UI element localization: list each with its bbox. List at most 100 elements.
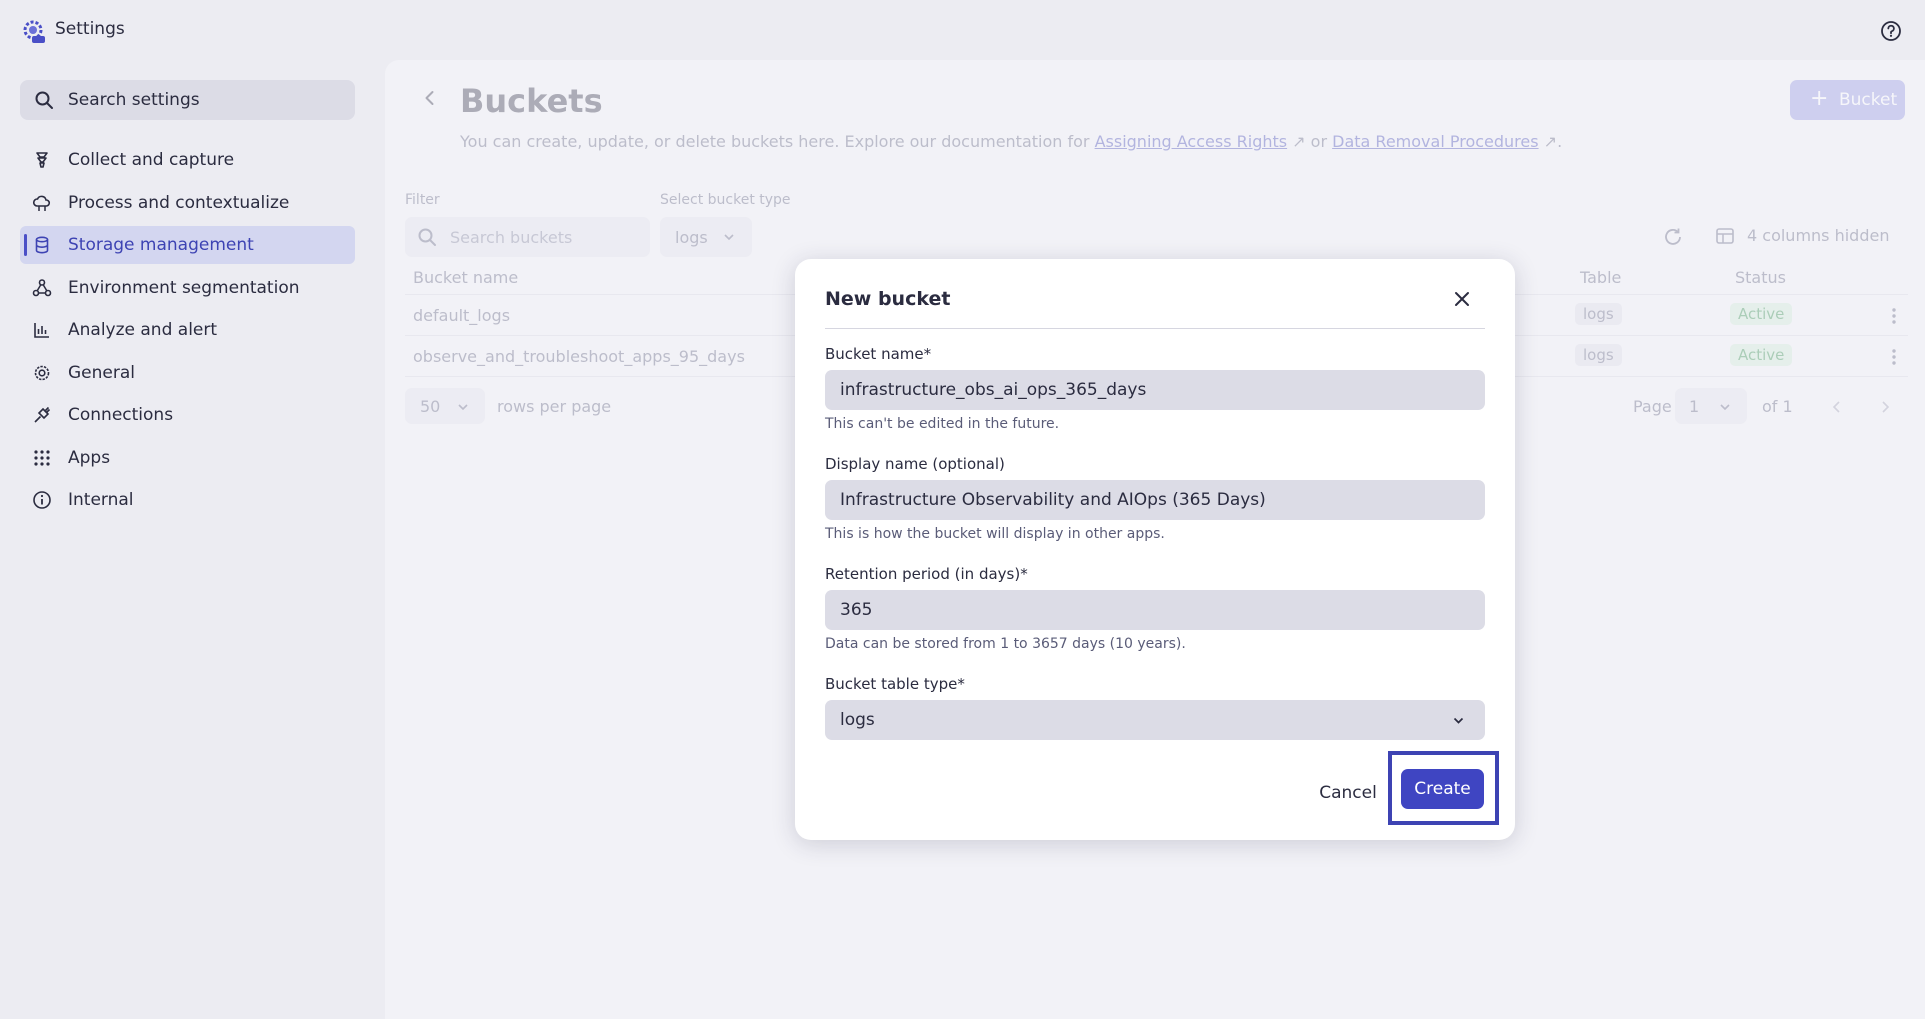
display-name-hint: This is how the bucket will display in o… [825,526,1165,542]
page-select[interactable]: 1 [1675,388,1747,424]
data-removal-procedures-link[interactable]: Data Removal Procedures [1332,132,1538,151]
page-title: Buckets [460,82,603,120]
sidebar-item-process-and-contextualize[interactable]: Process and contextualize [20,184,355,222]
settings-nav: Collect and capture Process and contextu… [20,141,355,524]
sidebar-item-internal[interactable]: Internal [20,481,355,519]
chevron-left-icon[interactable] [1830,400,1844,414]
add-bucket-label: Bucket [1839,90,1898,110]
display-name-label: Display name (optional) [825,455,1005,473]
bucket-name-cell: observe_and_troubleshoot_apps_95_days [413,347,745,366]
sidebar-item-label: Connections [68,405,174,425]
bucket-name-label: Bucket name* [825,345,932,363]
bucket-name-hint: This can't be edited in the future. [825,416,1060,432]
description-text: You can create, update, or delete bucket… [460,132,1095,151]
dialog-divider [825,328,1485,329]
external-link-icon: ↗ [1287,132,1306,151]
sidebar-item-environment-segmentation[interactable]: Environment segmentation [20,269,355,307]
cloud-icon [32,195,51,211]
grid-icon [34,449,50,466]
chevron-down-icon [1720,404,1730,411]
status-badge: Active [1730,344,1793,366]
chevron-down-icon [1453,717,1464,724]
assigning-access-rights-link[interactable]: Assigning Access Rights [1095,132,1288,151]
top-bar: Settings [0,0,1925,60]
more-options-icon[interactable] [1885,347,1903,367]
bucket-type-label: Select bucket type [660,192,791,208]
refresh-icon[interactable] [1662,226,1684,248]
cancel-button[interactable]: Cancel [1313,778,1383,808]
sidebar-item-collect-and-capture[interactable]: Collect and capture [20,141,355,179]
description-text: . [1557,132,1563,151]
search-buckets-placeholder: Search buckets [450,228,573,247]
description-text: or [1305,132,1333,151]
status-badge: Active [1730,303,1793,325]
bucket-type-value: logs [675,228,708,247]
create-button[interactable]: Create [1401,769,1484,809]
sidebar-item-connections[interactable]: Connections [20,396,355,434]
bucket-name-field[interactable] [825,370,1485,410]
search-buckets-input[interactable]: Search buckets [405,217,650,257]
bucket-type-select[interactable]: logs [660,217,752,257]
rows-per-page-select[interactable]: 50 [405,388,485,424]
column-header-table[interactable]: Table [1580,268,1621,287]
plus-icon: + [1810,86,1829,111]
sidebar-item-label: Apps [68,447,111,468]
sidebar-item-label: Analyze and alert [68,320,218,340]
database-icon [35,236,49,254]
close-icon[interactable] [1451,288,1473,310]
search-settings[interactable]: Search settings [20,80,355,120]
help-icon[interactable] [1880,20,1902,42]
page-value: 1 [1689,397,1700,416]
gear-icon [34,365,50,380]
filter-label: Filter [405,192,440,208]
page-label: Page [1633,397,1672,416]
bucket-table-type-select[interactable]: logs [825,700,1485,740]
bucket-table-type-value: logs [840,710,875,730]
sidebar-item-storage-management[interactable]: Storage management [20,226,355,264]
sidebar-item-label: Collect and capture [68,150,235,170]
sidebar-item-label: Process and contextualize [68,192,290,213]
sidebar-item-label: Storage management [68,235,254,255]
retention-period-field[interactable] [825,590,1485,630]
display-name-field[interactable] [825,480,1485,520]
column-header-bucket-name[interactable]: Bucket name [413,268,518,287]
page-total: of 1 [1762,397,1793,416]
sidebar-item-general[interactable]: General [20,354,355,392]
funnel-icon [36,152,48,168]
add-bucket-button[interactable]: + Bucket [1790,80,1905,120]
sidebar-item-label: General [68,362,135,383]
retention-period-label: Retention period (in days)* [825,565,1028,583]
dialog-title: New bucket [825,288,951,310]
sidebar-item-apps[interactable]: Apps [20,439,355,477]
column-header-status[interactable]: Status [1735,268,1786,287]
nodes-icon [32,278,52,296]
retention-period-hint: Data can be stored from 1 to 3657 days (… [825,636,1186,652]
bucket-table-type-label: Bucket table type* [825,675,965,693]
sidebar-item-label: Internal [68,490,134,510]
settings-app-icon [23,20,45,43]
back-arrow-icon[interactable] [420,88,440,108]
chevron-down-icon [724,234,734,241]
chevron-right-icon[interactable] [1878,400,1892,414]
sidebar-item-analyze-and-alert[interactable]: Analyze and alert [20,311,355,349]
page-description: You can create, update, or delete bucket… [460,132,1562,151]
columns-hidden-label: 4 columns hidden [1747,226,1890,245]
external-link-icon: ↗ [1538,132,1558,151]
search-icon [418,228,436,246]
plug-icon [34,406,51,423]
sidebar: Search settings Collect and capture Proc… [0,60,385,1019]
more-options-icon[interactable] [1885,306,1903,326]
search-icon [35,91,53,109]
app-title: Settings [55,19,125,39]
rows-per-page-label: rows per page [497,397,612,416]
rows-per-page-value: 50 [420,397,441,416]
sidebar-item-label: Environment segmentation [68,277,300,298]
table-type-badge: logs [1575,344,1622,366]
info-icon [33,491,51,509]
chart-icon [34,323,49,338]
table-type-badge: logs [1575,303,1622,325]
bucket-name-cell: default_logs [413,306,511,325]
columns-icon [1716,228,1734,244]
chevron-down-icon [458,404,468,411]
new-bucket-dialog: New bucket Bucket name* This can't be ed… [795,259,1515,840]
